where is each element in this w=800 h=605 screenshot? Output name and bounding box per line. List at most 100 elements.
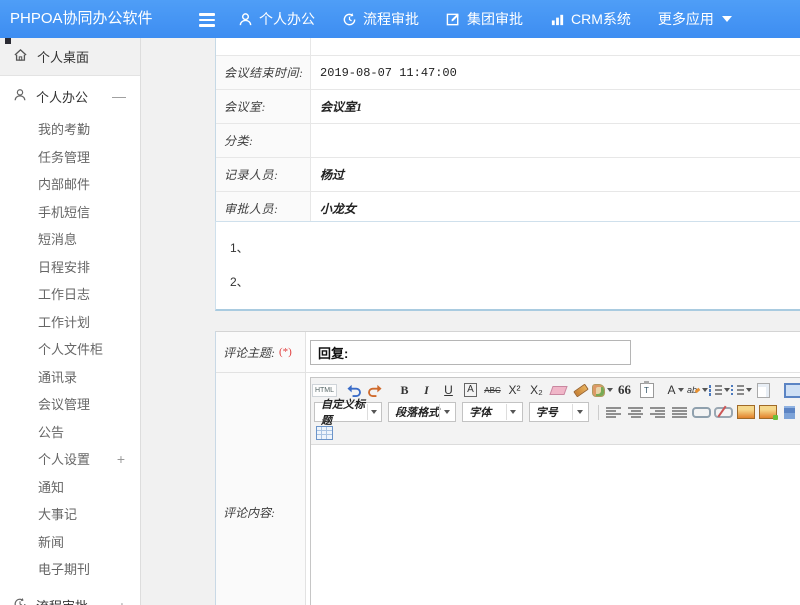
comment-subject-label-cell: 评论主题: (*) — [216, 332, 306, 372]
boxed-a-button[interactable]: A — [460, 380, 481, 400]
sidebar-item-work-log[interactable]: 工作日志 — [0, 281, 140, 309]
bar-chart-icon — [550, 12, 565, 27]
format-brush-icon[interactable] — [570, 380, 591, 400]
app-window: PHPOA协同办公软件 个人办公 流程审批 集团审批 — [0, 0, 800, 605]
sidebar-section-workflow-approval[interactable]: 流程审批 + — [0, 586, 140, 605]
sidebar-item-task-management[interactable]: 任务管理 — [0, 144, 140, 172]
sidebar-item-label: 个人桌面 — [37, 47, 89, 66]
nav-item-workflow-approval[interactable]: 流程审批 — [342, 9, 419, 29]
underline-button[interactable]: U — [438, 380, 459, 400]
sidebar-item-mobile-sms[interactable]: 手机短信 — [0, 199, 140, 227]
field-label: 记录人员: — [216, 158, 311, 191]
sidebar-item-schedule[interactable]: 日程安排 — [0, 254, 140, 282]
font-family-select[interactable]: 字体 — [462, 402, 522, 422]
person-icon — [13, 88, 27, 105]
caret-down-icon — [722, 16, 732, 22]
comment-form-table: 评论主题: (*) 评论内容: HTML — [215, 331, 800, 605]
sidebar-item-big-events[interactable]: 大事记 — [0, 501, 140, 529]
align-center-icon[interactable] — [625, 402, 646, 422]
nav-item-crm[interactable]: CRM系统 — [550, 9, 631, 29]
history-icon — [13, 597, 27, 605]
expand-icon[interactable]: + — [118, 599, 126, 605]
sidebar-item-meeting-management[interactable]: 会议管理 — [0, 391, 140, 419]
font-color-button[interactable]: A — [665, 380, 686, 400]
top-header-bar: PHPOA协同办公软件 个人办公 流程审批 集团审批 — [0, 0, 800, 38]
unlink-icon[interactable] — [713, 402, 734, 422]
insert-table-icon[interactable] — [314, 423, 335, 443]
sidebar-item-my-attendance[interactable]: 我的考勤 — [0, 116, 140, 144]
content-line: 1、 — [230, 239, 800, 256]
field-label: 评论内容: — [223, 504, 275, 521]
sidebar-item-personal-desktop[interactable]: 个人桌面 — [0, 38, 140, 76]
palette-icon[interactable] — [592, 380, 613, 400]
strikethrough-button[interactable]: ABC — [482, 380, 503, 400]
comment-subject-value-cell — [306, 332, 800, 372]
sidebar-section-personal-office[interactable]: 个人办公 — — [0, 76, 140, 116]
sidebar-item-label: 个人设置 — [38, 452, 90, 467]
rich-text-editor: HTML B I U A ABC X² X₂ — [310, 377, 800, 605]
required-mark: (*) — [279, 346, 292, 358]
justify-icon[interactable] — [669, 402, 690, 422]
redo-icon[interactable] — [365, 380, 386, 400]
insert-media-icon[interactable] — [779, 402, 800, 422]
app-title: PHPOA协同办公软件 — [10, 0, 153, 38]
nav-label: 流程审批 — [363, 9, 419, 29]
insert-image-icon[interactable] — [735, 402, 756, 422]
sidebar-item-work-plan[interactable]: 工作计划 — [0, 309, 140, 337]
link-icon[interactable] — [691, 402, 712, 422]
subscript-button[interactable]: X₂ — [526, 380, 547, 400]
superscript-button[interactable]: X² — [504, 380, 525, 400]
undo-icon[interactable] — [343, 380, 364, 400]
person-icon — [238, 12, 253, 27]
nav-label: 集团审批 — [467, 9, 523, 29]
collapse-icon[interactable]: — — [112, 89, 126, 103]
sidebar-item-contacts[interactable]: 通讯录 — [0, 364, 140, 392]
sidebar-item-personal-settings[interactable]: 个人设置 + — [0, 446, 140, 474]
nav-label: 更多应用 — [658, 9, 714, 29]
new-page-icon[interactable] — [753, 380, 774, 400]
paste-plain-icon[interactable]: T — [636, 380, 657, 400]
sidebar-item-notice[interactable]: 通知 — [0, 474, 140, 502]
toolbar-separator — [598, 405, 599, 420]
home-icon — [13, 48, 28, 65]
paragraph-format-select[interactable]: 段落格式 — [388, 402, 456, 422]
nav-item-more-apps[interactable]: 更多应用 — [658, 9, 732, 29]
font-size-select[interactable]: 字号 — [529, 402, 589, 422]
sidebar-item-short-message[interactable]: 短消息 — [0, 226, 140, 254]
bold-button[interactable]: B — [394, 380, 415, 400]
nav-item-group-approval[interactable]: 集团审批 — [446, 9, 523, 29]
field-label-cell — [216, 38, 311, 55]
toolbar-row-3 — [314, 423, 800, 443]
table-row-partial — [216, 38, 800, 56]
blockquote-button[interactable]: 66 — [614, 380, 635, 400]
ordered-list-button[interactable] — [709, 380, 730, 400]
sidebar-section-label: 流程审批 — [36, 596, 88, 605]
comment-content-value-cell: HTML B I U A ABC X² X₂ — [306, 373, 800, 605]
upload-image-icon[interactable] — [757, 402, 778, 422]
html-source-button[interactable]: HTML — [314, 380, 335, 400]
align-left-icon[interactable] — [603, 402, 624, 422]
italic-button[interactable]: I — [416, 380, 437, 400]
unordered-list-button[interactable] — [731, 380, 752, 400]
toolbar-row-1: HTML B I U A ABC X² X₂ — [314, 379, 800, 401]
heading-select[interactable]: 自定义标题 — [314, 402, 382, 422]
nav-item-personal-office[interactable]: 个人办公 — [238, 9, 315, 29]
sidebar-item-internal-mail[interactable]: 内部邮件 — [0, 171, 140, 199]
field-value-cell — [311, 38, 800, 55]
highlight-color-button[interactable]: ab — [687, 380, 708, 400]
fullscreen-icon[interactable] — [782, 380, 800, 400]
sidebar-item-announcement[interactable]: 公告 — [0, 419, 140, 447]
hamburger-menu-icon[interactable] — [199, 13, 215, 30]
sidebar-item-e-journal[interactable]: 电子期刊 — [0, 556, 140, 584]
history-icon — [342, 12, 357, 27]
comment-subject-input[interactable] — [310, 340, 631, 365]
expand-icon[interactable]: + — [117, 446, 125, 474]
table-row-recorder: 记录人员: 杨过 — [216, 158, 800, 192]
sidebar-item-news[interactable]: 新闻 — [0, 529, 140, 557]
editor-content-area[interactable] — [311, 445, 800, 605]
remove-format-icon[interactable] — [548, 380, 569, 400]
align-right-icon[interactable] — [647, 402, 668, 422]
caret-down-icon — [367, 404, 379, 420]
sidebar-item-personal-files[interactable]: 个人文件柜 — [0, 336, 140, 364]
editor-toolbar: HTML B I U A ABC X² X₂ — [311, 378, 800, 445]
